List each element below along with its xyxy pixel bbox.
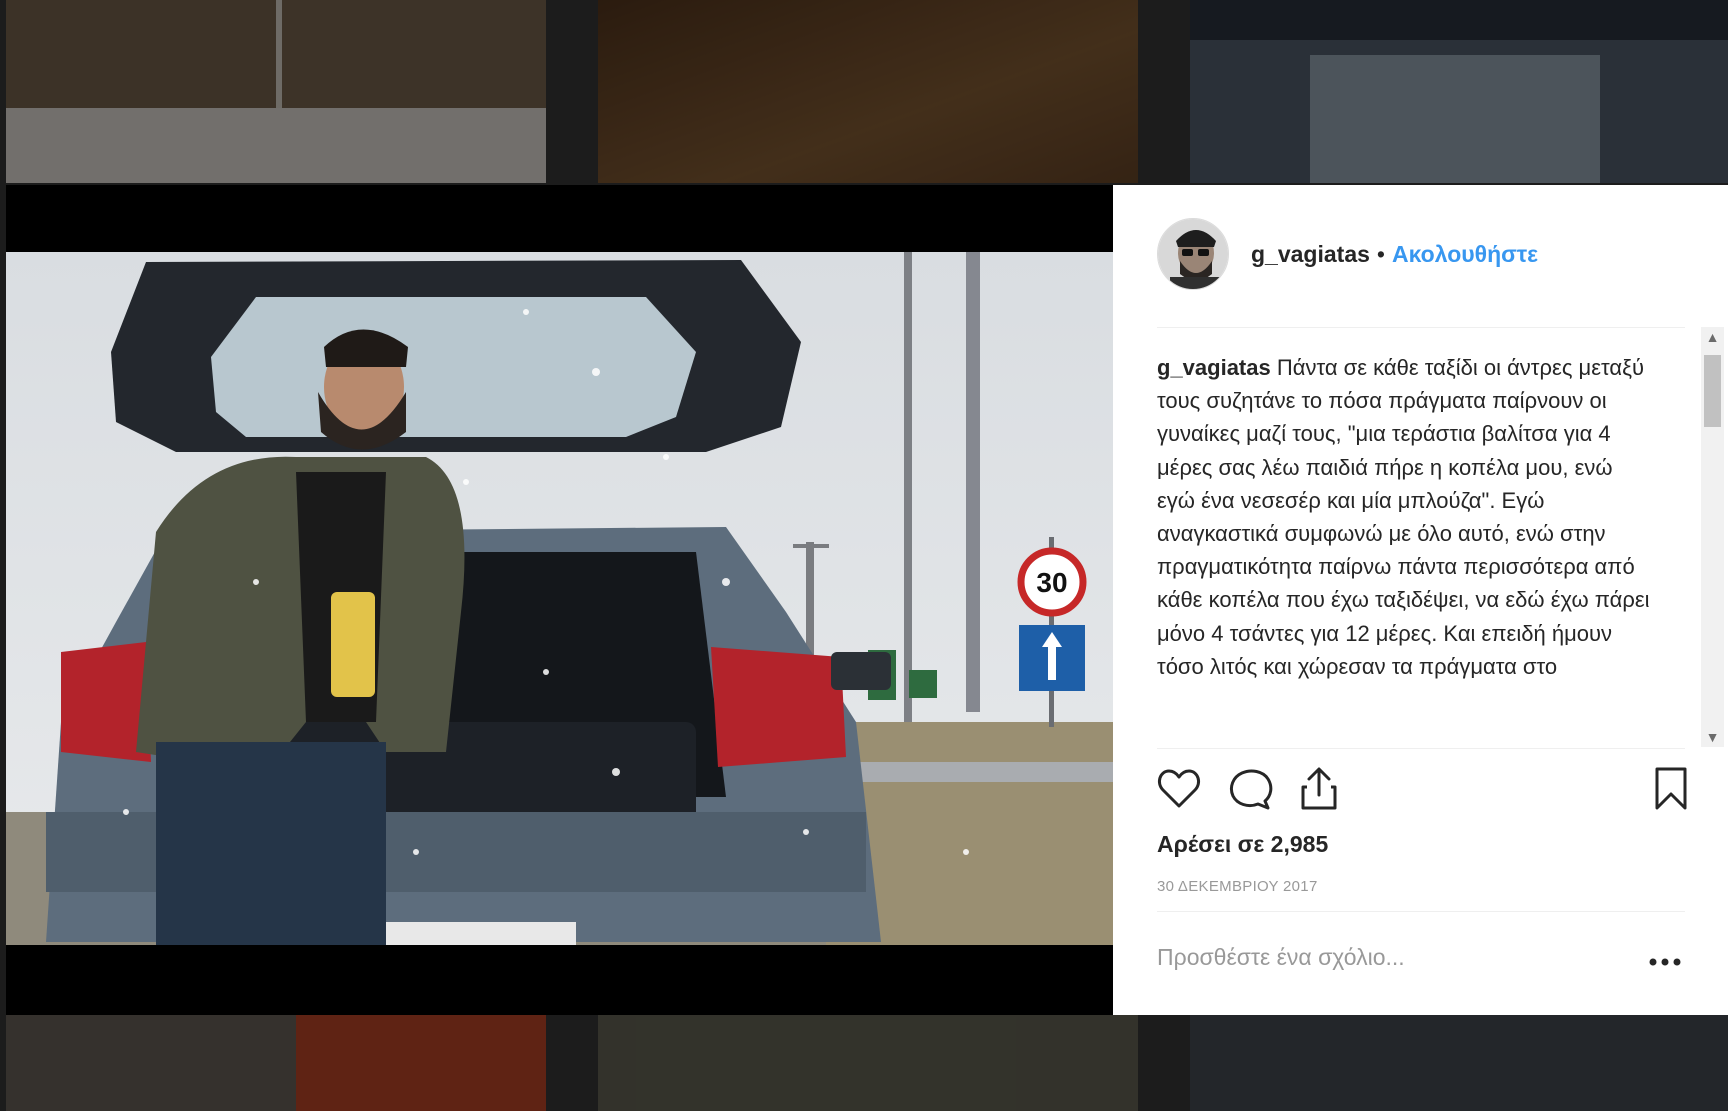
post-date[interactable]: 30 ΔΕΚΕΜΒΡΙΟΥ 2017: [1157, 878, 1318, 895]
caption-text: Πάντα σε κάθε ταξίδι οι άντρες μεταξύ το…: [1157, 355, 1650, 679]
scroll-up-icon[interactable]: ▲: [1701, 327, 1724, 347]
post-username[interactable]: g_vagiatas: [1251, 241, 1370, 268]
divider: [1157, 327, 1685, 328]
post-caption: g_vagiatas Πάντα σε κάθε ταξίδι οι άντρε…: [1157, 351, 1655, 683]
heart-icon[interactable]: [1155, 765, 1203, 813]
share-upload-icon[interactable]: [1295, 765, 1343, 813]
post-media: 30: [6, 185, 1113, 1015]
comment-bubble-icon[interactable]: [1227, 765, 1275, 813]
likes-count[interactable]: Αρέσει σε 2,985: [1157, 831, 1328, 858]
speed-sign-text: 30: [1036, 567, 1067, 598]
divider: [1157, 911, 1685, 912]
follow-button[interactable]: Ακολουθήστε: [1392, 241, 1538, 268]
scroll-down-icon[interactable]: ▼: [1701, 727, 1724, 747]
header-separator: •: [1376, 240, 1385, 267]
caption-username[interactable]: g_vagiatas: [1157, 355, 1271, 380]
post-actions: [1155, 765, 1687, 815]
more-options-icon[interactable]: [1648, 955, 1682, 967]
post-header: g_vagiatas • Ακολουθήστε: [1157, 218, 1538, 290]
caption-scrollbar[interactable]: ▲ ▼: [1701, 327, 1724, 747]
caption-scroll-area[interactable]: g_vagiatas Πάντα σε κάθε ταξίδι οι άντρε…: [1157, 351, 1655, 741]
divider: [1157, 748, 1685, 749]
comment-input[interactable]: [1157, 937, 1627, 977]
avatar[interactable]: [1157, 218, 1229, 290]
scrollbar-thumb[interactable]: [1704, 355, 1721, 427]
post-info-panel: g_vagiatas • Ακολουθήστε g_vagiatas Πάντ…: [1113, 185, 1728, 1015]
bookmark-icon[interactable]: [1647, 765, 1695, 813]
post-photo: 30: [6, 252, 1113, 945]
